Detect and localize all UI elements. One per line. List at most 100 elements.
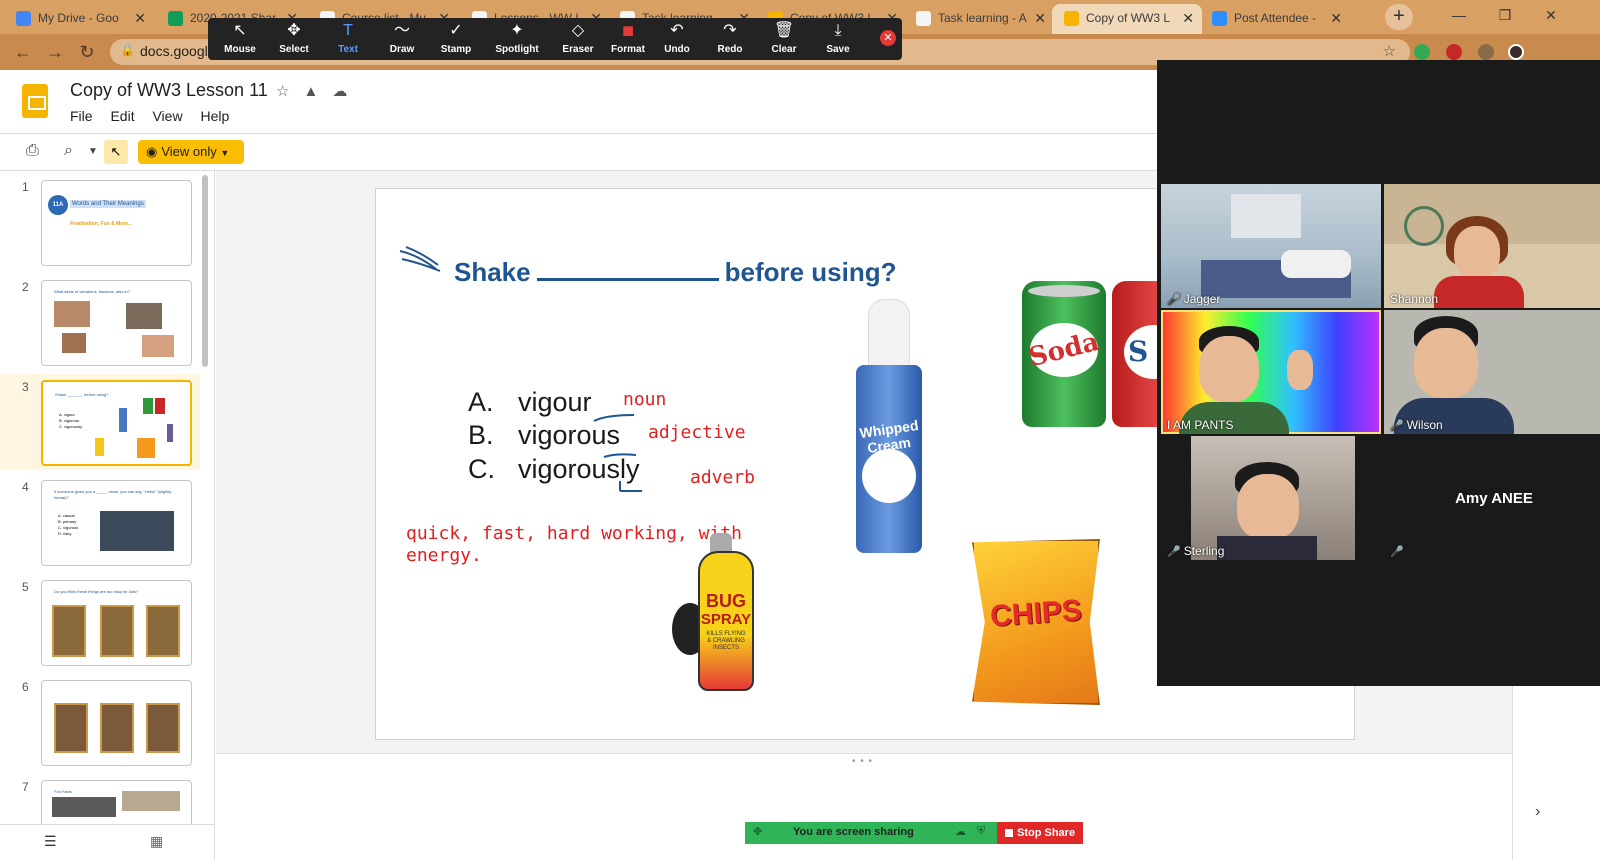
video-tile[interactable]: 🎤 Wilson bbox=[1384, 310, 1600, 434]
slide-number: 5 bbox=[22, 580, 29, 594]
video-tile[interactable]: Shannon bbox=[1384, 184, 1600, 308]
thumb-title: Fun Facts bbox=[54, 789, 72, 794]
close-annotation-icon[interactable]: ✕ bbox=[880, 30, 896, 46]
reload-icon[interactable]: ↻ bbox=[76, 41, 98, 63]
slide-thumbnail[interactable]: If someone gives you a _____ clean, you … bbox=[41, 480, 192, 566]
participant-name: 🎤 Sterling bbox=[1167, 544, 1225, 558]
participant-status: 🎤 bbox=[1390, 544, 1407, 558]
slides-logo-icon[interactable] bbox=[22, 84, 48, 118]
mouse-tool[interactable]: ↖ Mouse bbox=[213, 18, 267, 60]
close-tab-icon[interactable]: ✕ bbox=[1182, 4, 1194, 32]
participant-name: I AM PANTS bbox=[1167, 418, 1234, 432]
zoom-icon[interactable]: ⌕ bbox=[64, 142, 73, 160]
mic-muted-icon: 🎤 bbox=[1390, 420, 1404, 432]
undo-tool[interactable]: ↶ Undo bbox=[650, 18, 704, 60]
text-tool[interactable]: T Text bbox=[321, 18, 375, 60]
menu-edit[interactable]: Edit bbox=[110, 108, 134, 124]
slide-title: Shake before using? bbox=[454, 257, 897, 287]
chevron-down-icon[interactable]: ▼ bbox=[88, 146, 98, 157]
slide-thumbnail[interactable]: 11A Words and Their Meanings Finalisatio… bbox=[41, 180, 192, 266]
mouse-pointer-icon: ↖ bbox=[233, 22, 247, 39]
browser-tab-active[interactable]: Copy of WW3 L ✕ bbox=[1052, 4, 1202, 34]
spotlight-tool[interactable]: ✦ Spotlight bbox=[490, 18, 544, 60]
slide-thumbnail[interactable]: Do you think these things are too risky … bbox=[41, 580, 192, 666]
browser-tab[interactable]: Task learning - A ✕ bbox=[904, 4, 1054, 34]
slide-thumbnail-row[interactable]: 2 What kinds of vibrations, fractions, a… bbox=[0, 274, 200, 370]
soda-can-image: Soda bbox=[1022, 281, 1106, 427]
restore-button[interactable]: ❐ bbox=[1482, 0, 1528, 32]
video-tile[interactable]: Amy ANEE 🎤 bbox=[1384, 436, 1600, 560]
participant-name: 🎤 Jagger bbox=[1167, 292, 1221, 306]
extension-icon[interactable] bbox=[1414, 44, 1430, 60]
close-tab-icon[interactable]: ✕ bbox=[134, 4, 146, 32]
slide-thumbnail-row[interactable]: 1 11A Words and Their Meanings Finalisat… bbox=[0, 174, 200, 270]
save-tool[interactable]: ⤓ Save bbox=[811, 18, 865, 60]
format-tool[interactable]: ■ Format bbox=[601, 18, 655, 60]
cloud-status-icon[interactable]: ☁ bbox=[332, 83, 361, 100]
print-icon[interactable]: ⎙ bbox=[26, 142, 39, 160]
bookmark-star-icon[interactable]: ☆ bbox=[1383, 42, 1396, 60]
badge: 11A bbox=[48, 195, 68, 215]
stop-share-button[interactable]: Stop Share bbox=[997, 822, 1083, 844]
back-icon[interactable]: ← bbox=[12, 41, 34, 63]
draw-tool[interactable]: 〜 Draw bbox=[375, 18, 429, 60]
menu-help[interactable]: Help bbox=[200, 108, 229, 124]
view-only-button[interactable]: ◉ View only ▼ bbox=[138, 140, 244, 164]
forward-icon[interactable]: → bbox=[44, 41, 66, 63]
close-tab-icon[interactable]: ✕ bbox=[1034, 4, 1046, 32]
annotation-adverb: adverb bbox=[690, 467, 756, 488]
menu-view[interactable]: View bbox=[152, 108, 182, 124]
thumb-soda bbox=[143, 398, 153, 414]
eraser-tool[interactable]: ◇ Eraser bbox=[551, 18, 605, 60]
annotation-noun: noun bbox=[623, 389, 667, 410]
mic-muted-icon: 🎤 bbox=[1167, 546, 1181, 558]
profile-avatar[interactable] bbox=[1508, 44, 1524, 60]
annotation-adjective: adjective bbox=[648, 422, 746, 443]
slide-thumbnail[interactable] bbox=[41, 680, 192, 766]
drive-move-icon[interactable]: ▲ bbox=[303, 83, 332, 100]
mic-muted-icon: 🎤 bbox=[1167, 294, 1181, 306]
browser-tab[interactable]: Post Attendee - ✕ bbox=[1200, 4, 1350, 34]
cloud-icon: ☁ bbox=[955, 826, 966, 838]
thumb-bottle bbox=[167, 424, 173, 442]
slide-thumbnail-row[interactable]: 6 bbox=[0, 674, 200, 770]
close-tab-icon[interactable]: ✕ bbox=[1330, 4, 1342, 32]
select-cursor-icon[interactable]: ↖ bbox=[104, 140, 128, 164]
new-tab-button[interactable]: + bbox=[1385, 4, 1413, 30]
stamp-tool[interactable]: ✓ Stamp bbox=[429, 18, 483, 60]
screen-share-bar[interactable]: ✥ You are screen sharing ☁ ⛨ Stop Share bbox=[745, 822, 1083, 844]
video-tile[interactable]: 🎤 Sterling bbox=[1161, 436, 1381, 560]
thumb-option: B. primary bbox=[58, 519, 77, 524]
drag-handle-icon[interactable]: ✥ bbox=[753, 825, 762, 838]
clear-tool[interactable]: 🗑 Clear bbox=[757, 18, 811, 60]
select-tool[interactable]: ✥ Select bbox=[267, 18, 321, 60]
slide-thumbnail-row[interactable]: 4 If someone gives you a _____ clean, yo… bbox=[0, 474, 200, 570]
notes-resize-handle[interactable]: • • • bbox=[852, 756, 873, 767]
redo-tool[interactable]: ↷ Redo bbox=[703, 18, 757, 60]
star-icon[interactable]: ☆ bbox=[276, 83, 303, 100]
filmstrip-scrollbar[interactable] bbox=[202, 175, 208, 367]
ublock-icon[interactable] bbox=[1446, 44, 1462, 60]
chevron-right-icon[interactable]: › bbox=[1535, 803, 1540, 821]
slide-thumbnail-row-selected[interactable]: 3 Shake _______ before using? A. vigour … bbox=[0, 374, 200, 470]
thumb-option: A. casual bbox=[58, 513, 75, 518]
participant-name-center: Amy ANEE bbox=[1455, 490, 1533, 507]
video-tile-active-speaker[interactable]: I AM PANTS bbox=[1161, 310, 1381, 434]
document-title[interactable]: Copy of WW3 Lesson 11 bbox=[70, 80, 268, 101]
extensions-puzzle-icon[interactable] bbox=[1478, 44, 1494, 60]
slide-thumbnail-row[interactable]: 5 Do you think these things are too risk… bbox=[0, 574, 200, 670]
video-tile[interactable]: 🎤 Jagger bbox=[1161, 184, 1381, 308]
slide-number: 6 bbox=[22, 680, 29, 694]
menu-file[interactable]: File bbox=[70, 108, 93, 124]
slide-thumbnail[interactable]: What kinds of vibrations, fractions, als… bbox=[41, 280, 192, 366]
slide-thumbnail[interactable]: Shake _______ before using? A. vigour B.… bbox=[41, 380, 192, 466]
list-view-icon[interactable]: ☰ bbox=[44, 833, 57, 850]
grid-view-icon[interactable]: ▦ bbox=[150, 833, 163, 850]
thumb-cream bbox=[119, 408, 127, 432]
window-close-button[interactable]: ✕ bbox=[1528, 0, 1574, 32]
slide-filmstrip: 1 11A Words and Their Meanings Finalisat… bbox=[0, 171, 215, 860]
trash-icon: 🗑 bbox=[773, 22, 795, 39]
download-icon: ⤓ bbox=[834, 22, 842, 39]
minimize-button[interactable]: — bbox=[1436, 0, 1482, 32]
browser-tab[interactable]: My Drive - Goo ✕ bbox=[4, 4, 154, 34]
